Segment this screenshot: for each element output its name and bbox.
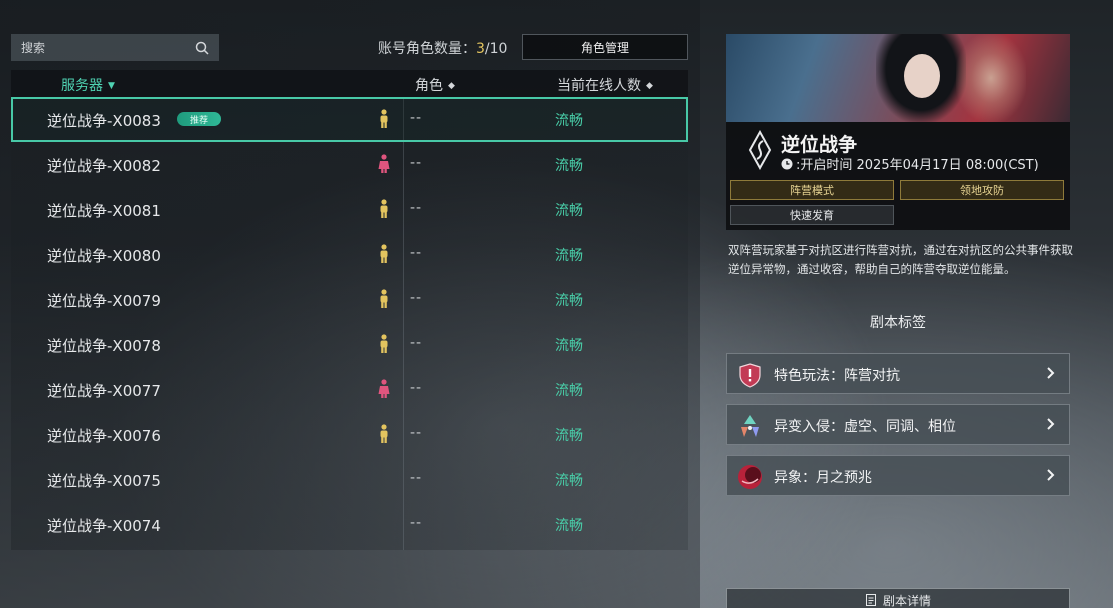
server-status: 流畅 [555, 293, 583, 309]
server-status: 流畅 [555, 248, 583, 264]
server-name: 逆位战争-X0083 [47, 112, 161, 130]
server-name: 逆位战争-X0080 [47, 247, 161, 265]
mode-banner-image [726, 34, 1070, 122]
header-server[interactable]: 服务器 ▼ [61, 75, 115, 95]
server-name: 逆位战争-X0076 [47, 427, 161, 445]
role-value: -- [410, 245, 423, 261]
server-name: 逆位战争-X0078 [47, 337, 161, 355]
script-tag-anomaly[interactable]: 异象：月之预兆 [726, 455, 1070, 496]
server-name: 逆位战争-X0081 [47, 202, 161, 220]
triad-icon [741, 415, 759, 437]
script-tag-label: 特色玩法：阵营对抗 [774, 368, 900, 384]
server-status: 流畅 [555, 473, 583, 489]
role-value: -- [410, 110, 423, 126]
server-row[interactable]: 逆位战争-X0080 -- 流畅 [11, 232, 688, 277]
sort-icon: ◆ [646, 81, 653, 91]
server-name: 逆位战争-X0075 [47, 472, 161, 490]
role-value: -- [410, 335, 423, 351]
server-status: 流畅 [555, 428, 583, 444]
server-status: 流畅 [555, 338, 583, 354]
server-row[interactable]: 逆位战争-X0075 -- 流畅 [11, 457, 688, 502]
role-value: -- [410, 200, 423, 216]
character-count-label: 账号角色数量： [378, 41, 476, 57]
server-row[interactable]: 逆位战争-X0078 -- 流畅 [11, 322, 688, 367]
server-name: 逆位战争-X0079 [47, 292, 161, 310]
role-value: -- [410, 380, 423, 396]
server-name: 逆位战争-X0077 [47, 382, 161, 400]
character-count-current: 3 [476, 41, 485, 57]
header-server-label: 服务器 [61, 78, 103, 94]
role-value: -- [410, 515, 423, 531]
chevron-right-icon [1047, 469, 1055, 481]
server-status: 流畅 [555, 203, 583, 219]
search-icon[interactable] [195, 41, 209, 55]
character-count: 账号角色数量：3/10 [378, 38, 507, 58]
moon-omen-icon [738, 465, 762, 489]
character-figure-icon [380, 199, 388, 218]
header-online-label: 当前在线人数 [557, 78, 641, 94]
server-row[interactable]: 逆位战争-X0076 -- 流畅 [11, 412, 688, 457]
server-table: 逆位战争-X0083 推荐 -- 流畅 逆位战争-X0082 -- 流畅 逆位战… [11, 97, 688, 550]
character-figure-icon [378, 379, 390, 398]
script-detail-label: 剧本详情 [882, 593, 931, 608]
script-detail-button[interactable]: 剧本详情 [726, 588, 1070, 608]
server-row[interactable]: 逆位战争-X0081 -- 流畅 [11, 187, 688, 232]
header-role-label: 角色 [415, 78, 443, 94]
script-tag-faction[interactable]: 特色玩法：阵营对抗 [726, 353, 1070, 394]
character-count-max: /10 [484, 41, 508, 57]
character-figure-icon [380, 289, 388, 308]
open-time-text: :开启时间 2025年04月17日 08:00(CST) [796, 158, 1039, 173]
script-tags-title: 剧本标签 [870, 315, 926, 331]
chevron-right-icon [1047, 367, 1055, 379]
role-value: -- [410, 290, 423, 306]
shield-icon [739, 363, 761, 388]
character-figure-icon [380, 424, 388, 443]
server-status: 流畅 [555, 383, 583, 399]
clock-icon [781, 158, 793, 169]
server-row[interactable]: 逆位战争-X0083 推荐 -- 流畅 [11, 97, 688, 142]
server-name: 逆位战争-X0082 [47, 157, 161, 175]
search-input[interactable] [21, 40, 195, 55]
server-row[interactable]: 逆位战争-X0074 -- 流畅 [11, 502, 688, 547]
server-status: 流畅 [555, 518, 583, 534]
chevron-down-icon: ▼ [108, 81, 115, 91]
banner-figure-face [904, 54, 940, 98]
sort-icon: ◆ [448, 81, 455, 91]
server-table-header: 服务器 ▼ 角色 ◆ 当前在线人数 ◆ [11, 70, 688, 97]
character-figure-icon [378, 154, 390, 173]
server-row[interactable]: 逆位战争-X0079 -- 流畅 [11, 277, 688, 322]
role-value: -- [410, 155, 423, 171]
header-role[interactable]: 角色 ◆ [415, 75, 455, 95]
mode-info-card: 逆位战争 :开启时间 2025年04月17日 08:00(CST) 阵营模式 领… [726, 122, 1070, 230]
banner-figure-light [956, 34, 1026, 122]
character-figure-icon [380, 244, 388, 263]
character-manage-button[interactable]: 角色管理 [522, 34, 688, 60]
server-status: 流畅 [555, 158, 583, 174]
chevron-right-icon [1047, 418, 1055, 430]
tag-fast-growth: 快速发育 [730, 205, 894, 225]
search-box[interactable] [11, 34, 219, 61]
recommend-badge: 推荐 [177, 112, 221, 126]
header-online[interactable]: 当前在线人数 ◆ [557, 75, 653, 95]
mode-description: 双阵营玩家基于对抗区进行阵营对抗，通过在对抗区的公共事件获取逆位异常物，通过收容… [728, 243, 1073, 276]
mode-title: 逆位战争 [781, 134, 858, 156]
tag-faction-mode: 阵营模式 [730, 180, 894, 200]
server-row[interactable]: 逆位战争-X0077 -- 流畅 [11, 367, 688, 412]
mode-logo-icon [748, 130, 772, 170]
open-time: :开启时间 2025年04月17日 08:00(CST) [781, 154, 1039, 173]
tag-territory: 领地攻防 [900, 180, 1064, 200]
character-figure-icon [380, 334, 388, 353]
role-value: -- [410, 425, 423, 441]
server-row[interactable]: 逆位战争-X0082 -- 流畅 [11, 142, 688, 187]
server-status: 流畅 [555, 113, 583, 129]
document-icon [865, 594, 876, 606]
script-tag-label: 异象：月之预兆 [774, 470, 872, 486]
script-tag-invasion[interactable]: 异变入侵：虚空、同调、相位 [726, 404, 1070, 445]
role-value: -- [410, 470, 423, 486]
server-name: 逆位战争-X0074 [47, 517, 161, 535]
script-tag-label: 异变入侵：虚空、同调、相位 [774, 419, 956, 435]
character-figure-icon [380, 109, 388, 128]
